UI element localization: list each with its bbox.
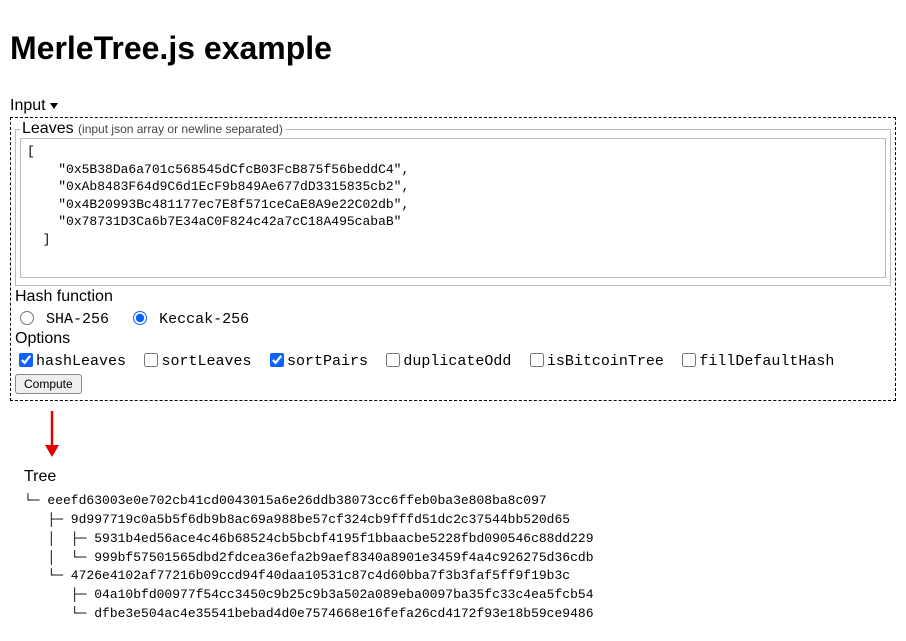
leaves-fieldset: Leaves (input json array or newline sepa… [15, 120, 891, 286]
hash-function-label: Hash function [15, 288, 891, 306]
option-sortleaves[interactable]: sortLeaves [140, 353, 251, 370]
options-group: hashLeaves sortLeaves sortPairs duplicat… [15, 350, 891, 370]
hash-option-keccak256[interactable]: Keccak-256 [128, 311, 249, 328]
checkbox-duplicateodd[interactable] [386, 353, 400, 367]
page-title: MerleTree.js example [10, 30, 896, 67]
options-label: Options [15, 330, 891, 348]
option-hashleaves[interactable]: hashLeaves [15, 353, 126, 370]
option-filldefaulthash[interactable]: fillDefaultHash [678, 353, 834, 370]
input-form-box: Leaves (input json array or newline sepa… [10, 117, 896, 401]
checkbox-sortpairs[interactable] [270, 353, 284, 367]
option-isbitcointree[interactable]: isBitcoinTree [526, 353, 664, 370]
checkbox-filldefaulthash[interactable] [682, 353, 696, 367]
option-sortpairs[interactable]: sortPairs [266, 353, 368, 370]
hash-option-sha256[interactable]: SHA-256 [15, 311, 118, 328]
option-duplicateodd[interactable]: duplicateOdd [382, 353, 511, 370]
checkbox-hashleaves[interactable] [19, 353, 33, 367]
input-section-toggle[interactable]: Input [10, 97, 896, 115]
tree-output: └─ eeefd63003e0e702cb41cd0043015a6e26ddb… [24, 492, 896, 624]
checkbox-isbitcointree[interactable] [530, 353, 544, 367]
tree-label: Tree [24, 468, 896, 486]
input-disclosure[interactable]: Input Leaves (input json array or newlin… [10, 97, 896, 401]
input-section-label: Input [10, 97, 46, 114]
checkbox-sortleaves[interactable] [144, 353, 158, 367]
radio-keccak256[interactable] [133, 311, 147, 325]
leaves-hint: (input json array or newline separated) [78, 122, 283, 136]
hash-function-group: SHA-256 Keccak-256 [15, 308, 891, 328]
compute-button[interactable]: Compute [15, 374, 82, 394]
leaves-textarea[interactable] [20, 138, 886, 278]
radio-sha256[interactable] [20, 311, 34, 325]
leaves-legend: Leaves (input json array or newline sepa… [20, 120, 285, 138]
arrow-down-icon [42, 409, 896, 462]
